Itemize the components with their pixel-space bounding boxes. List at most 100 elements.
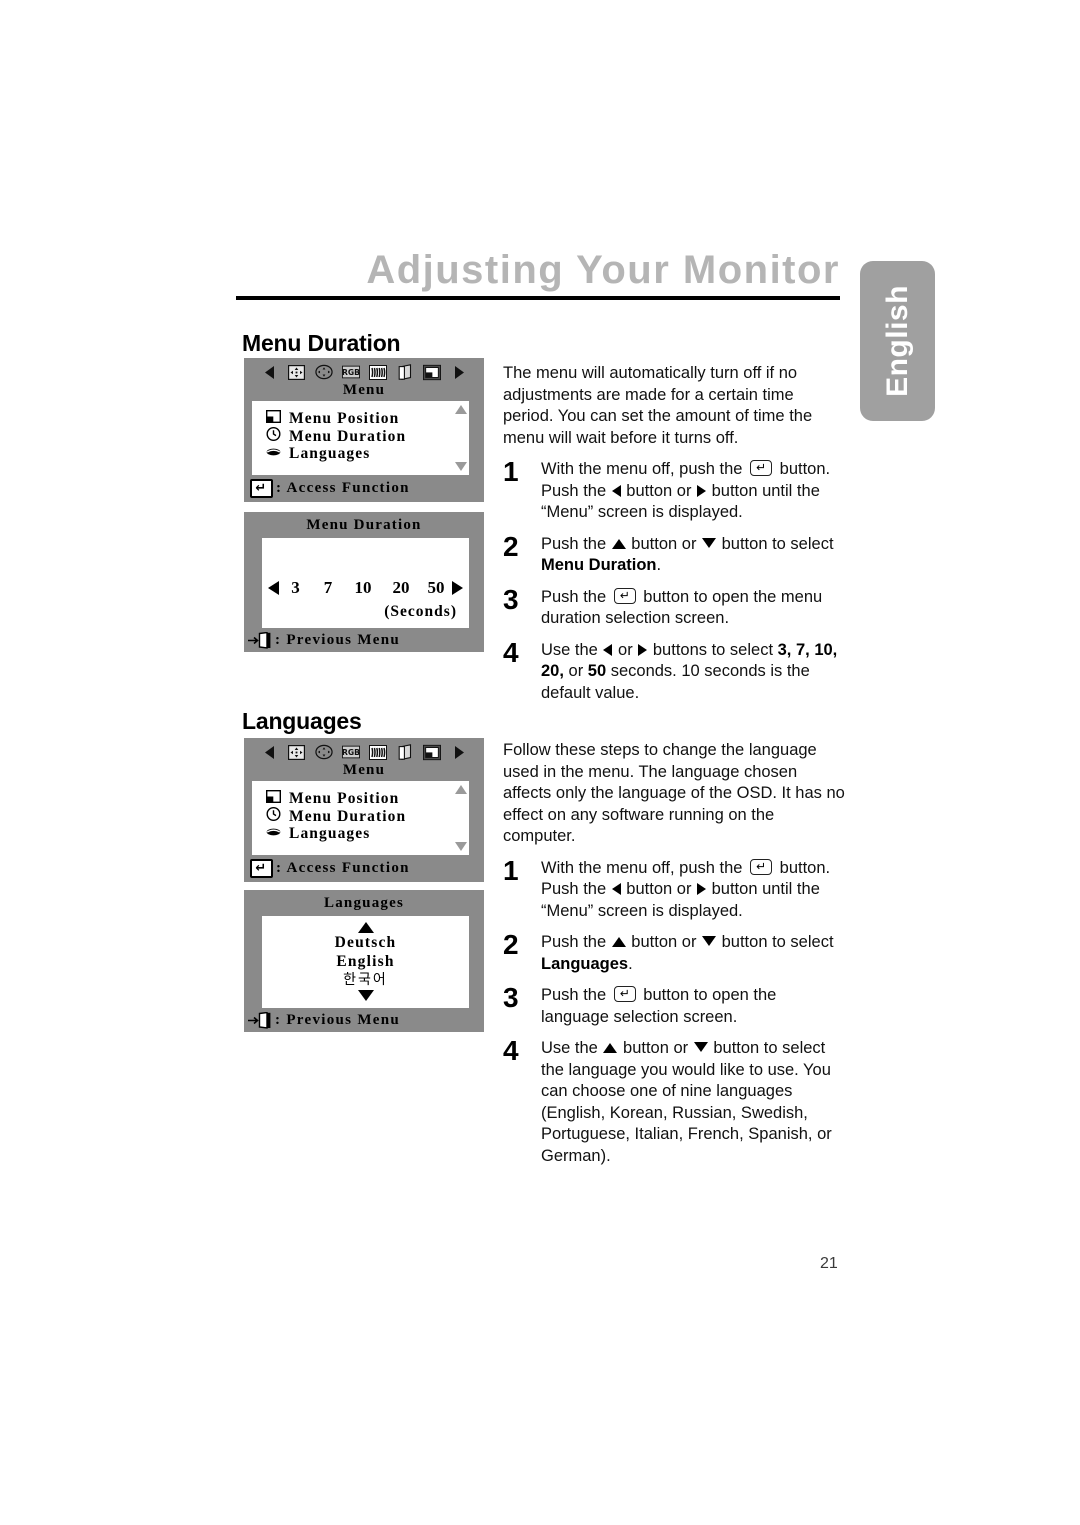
osd-footer: : Previous Menu	[248, 1012, 400, 1029]
osd-duration-panel: 3 7 10 20 50 (Seconds)	[262, 538, 469, 628]
enter-key-icon	[613, 587, 636, 604]
osd-footer: : Access Function	[250, 859, 410, 878]
right-arrow-icon	[638, 643, 648, 656]
step-text-part: or	[613, 640, 638, 659]
page-number: 21	[820, 1255, 838, 1272]
osd-list-item[interactable]: Menu Position	[265, 409, 406, 427]
right-arrow-icon[interactable]	[452, 581, 463, 595]
language-option[interactable]: 한국어	[262, 971, 469, 990]
duration-value[interactable]: 50	[420, 578, 452, 598]
step-number: 2	[503, 530, 519, 562]
left-arrow-icon	[261, 744, 279, 760]
scroll-up-icon[interactable]	[455, 405, 467, 414]
step-text: Use the or buttons to select 3, 7, 10, 2…	[541, 640, 848, 705]
languages-icon	[266, 825, 281, 842]
up-arrow-icon[interactable]	[357, 922, 374, 933]
down-arrow-icon	[693, 1042, 708, 1052]
rgb-icon: RGB	[341, 744, 360, 760]
step-text-part: buttons to select	[648, 640, 778, 659]
osd-footer-label: : Access Function	[276, 480, 410, 496]
enter-key-icon	[613, 986, 636, 1002]
duration-value[interactable]: 3	[279, 578, 312, 598]
languages-icon	[266, 445, 281, 462]
pages-icon	[396, 743, 414, 760]
scroll-down-icon[interactable]	[455, 842, 467, 851]
duration-values-row[interactable]: 3 7 10 20 50	[268, 578, 463, 598]
osd-languages-panel: Deutsch English 한국어	[262, 916, 469, 1008]
right-arrow-icon	[450, 744, 468, 760]
scroll-down-icon[interactable]	[455, 462, 467, 471]
step-item: 1 With the menu off, push the button. Pu…	[503, 456, 848, 524]
languages-option-list[interactable]: Deutsch English 한국어	[262, 922, 469, 1001]
osd-list-item-label: Menu Duration	[289, 807, 407, 825]
step-text-part: button or	[626, 534, 702, 553]
duration-value[interactable]: 7	[312, 578, 344, 598]
step-number: 1	[503, 456, 519, 487]
osd-title: Menu Duration	[306, 517, 422, 533]
scroll-up-icon[interactable]	[455, 785, 467, 794]
step-emphasis: 50	[587, 662, 607, 680]
step-item: 3 Push the button to open the language s…	[503, 984, 848, 1028]
left-arrow-icon	[611, 484, 621, 497]
step-text-part: Push the	[541, 933, 611, 951]
osd-title: Menu	[342, 382, 386, 398]
step-text: Push the button to open the language sel…	[541, 985, 848, 1028]
step-text: Use the button or button to select the l…	[541, 1038, 848, 1167]
step-text-part: button to select the language you would …	[541, 1039, 832, 1165]
step-text-part: button or	[618, 1039, 693, 1057]
step-item: 4 Use the or buttons to select 3, 7, 10,…	[503, 636, 848, 705]
step-text: Push the button or button to select Lang…	[541, 932, 848, 975]
left-arrow-icon	[603, 643, 613, 656]
duration-unit-label: (Seconds)	[384, 603, 457, 620]
language-tab: English	[860, 261, 935, 421]
language-tab-label: English	[880, 285, 914, 397]
osd-list-item[interactable]: Menu Duration	[266, 426, 406, 445]
step-number: 4	[503, 636, 519, 668]
page-title: Adjusting Your Monitor	[366, 248, 840, 292]
osd-list-item[interactable]: Menu Duration	[266, 806, 407, 825]
section-body-menu-duration: The menu will automatically turn off if …	[503, 363, 848, 704]
step-text-part: button to select	[717, 933, 834, 951]
step-number: 1	[503, 854, 519, 886]
step-text-part: button or	[621, 880, 697, 898]
osd-footer: : Access Function	[250, 479, 410, 498]
geometry-icon	[314, 364, 333, 380]
moire-icon	[368, 364, 387, 380]
step-item: 2 Push the button or button to select La…	[503, 931, 848, 975]
enter-key-icon	[250, 479, 273, 498]
osd-icon-row: RGB	[244, 742, 484, 762]
section-intro: The menu will automatically turn off if …	[503, 364, 813, 447]
left-arrow-icon	[611, 883, 621, 895]
step-item: 3 Push the button to open the menu durat…	[503, 583, 848, 630]
enter-key-icon	[250, 859, 273, 878]
step-item: 1 With the menu off, push the button. Pu…	[503, 854, 848, 923]
step-text-part: button or	[626, 933, 702, 951]
step-item: 4 Use the button or button to select the…	[503, 1037, 848, 1167]
step-text-part: or	[563, 662, 588, 680]
step-text: Push the button to open the menu duratio…	[541, 587, 848, 630]
menu-position-icon	[265, 409, 282, 427]
left-arrow-icon[interactable]	[268, 581, 279, 595]
language-option[interactable]: English	[262, 952, 469, 971]
osd-screenshot-duration: Menu Duration 3 7 10 20 50 (Seconds): P…	[244, 512, 484, 652]
right-arrow-icon	[697, 883, 707, 895]
up-arrow-icon	[603, 1043, 618, 1053]
osd-list-item[interactable]: Languages	[266, 825, 406, 842]
header-divider	[236, 296, 840, 300]
position-icon	[288, 744, 306, 760]
down-arrow-icon[interactable]	[357, 990, 374, 1001]
osd-list-item[interactable]: Menu Position	[265, 789, 406, 807]
step-text-part: With the menu off, push the	[541, 858, 748, 877]
manual-page: Adjusting Your Monitor English 21 Menu D…	[0, 0, 1080, 1525]
step-number: 3	[503, 583, 519, 615]
section-intro: Follow these steps to change the languag…	[503, 741, 845, 845]
duration-value[interactable]: 10	[344, 578, 382, 598]
osd-list-item-label: Languages	[289, 445, 371, 462]
osd-list-item-label: Menu Position	[289, 790, 400, 807]
language-option[interactable]: Deutsch	[262, 933, 469, 952]
osd-list-item[interactable]: Languages	[266, 445, 406, 462]
duration-value[interactable]: 20	[382, 578, 420, 598]
osd-menu-list: Menu Position Menu Duration Languages	[252, 781, 469, 855]
osd-title: Languages	[324, 895, 404, 911]
osd-footer-label: : Access Function	[276, 860, 410, 876]
